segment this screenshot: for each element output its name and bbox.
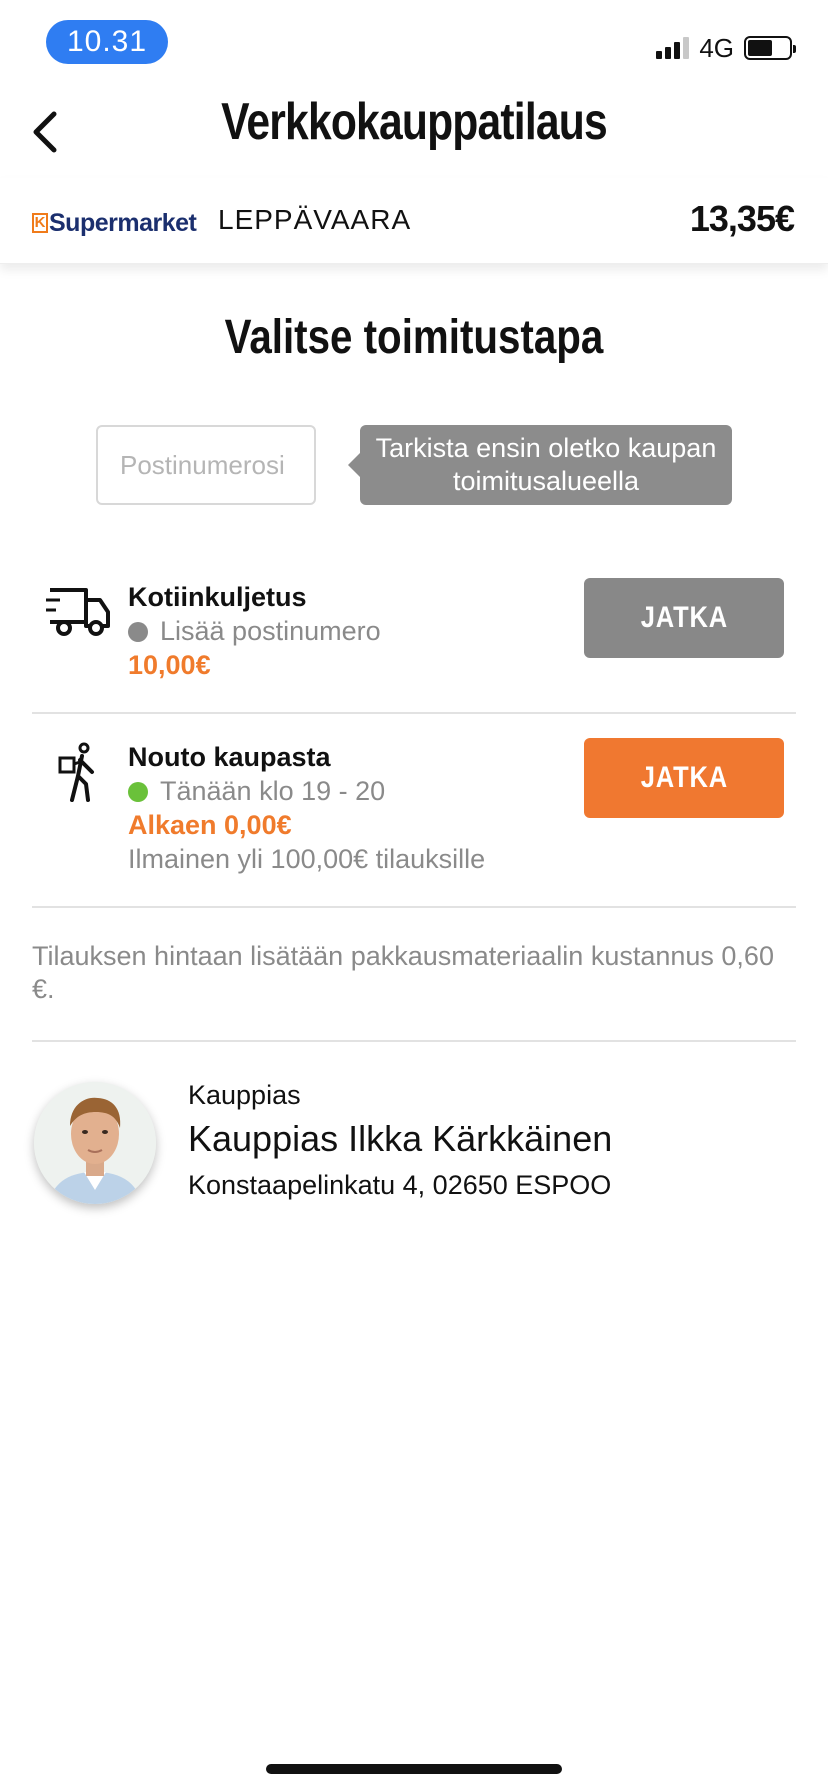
merchant-address: Konstaapelinkatu 4, 02650 ESPOO bbox=[188, 1170, 612, 1200]
signal-icon bbox=[656, 37, 690, 59]
merchant-avatar bbox=[34, 1082, 156, 1204]
merchant-photo bbox=[34, 1082, 156, 1204]
option-status: Lisää postinumero bbox=[128, 616, 381, 647]
button-label: JATKA bbox=[640, 601, 728, 634]
postcode-input[interactable] bbox=[96, 425, 316, 505]
k-supermarket-logo: K Supermarket bbox=[32, 208, 197, 238]
pickup-person-icon bbox=[58, 742, 94, 802]
status-indicators: 4G bbox=[656, 32, 796, 63]
pickup-continue-button[interactable]: JATKA bbox=[584, 738, 784, 818]
battery-icon bbox=[744, 36, 796, 60]
home-delivery-continue-button[interactable]: JATKA bbox=[584, 578, 784, 658]
logo-text: Supermarket bbox=[49, 208, 197, 237]
option-note: Ilmainen yli 100,00€ tilauksille bbox=[128, 844, 486, 874]
page-title: Verkkokauppatilaus bbox=[221, 93, 608, 151]
status-time: 10.31 bbox=[46, 20, 168, 64]
option-price: Alkaen 0,00€ bbox=[128, 810, 292, 840]
back-button[interactable] bbox=[20, 104, 70, 160]
option-title: Kotiinkuljetus bbox=[128, 582, 307, 612]
store-bar: K Supermarket LEPPÄVAARA 13,35€ bbox=[0, 178, 828, 264]
option-status-text: Tänään klo 19 - 20 bbox=[160, 776, 386, 806]
store-name: LEPPÄVAARA bbox=[218, 204, 412, 235]
home-indicator[interactable] bbox=[266, 1764, 562, 1774]
status-dot bbox=[128, 781, 148, 802]
divider bbox=[32, 1040, 796, 1042]
postcode-tooltip: Tarkista ensin oletko kaupan toimitusalu… bbox=[348, 425, 732, 505]
merchant-label: Kauppias bbox=[188, 1080, 301, 1110]
packaging-note: Tilauksen hintaan lisätään pakkausmateri… bbox=[32, 941, 774, 1004]
button-label: JATKA bbox=[640, 761, 728, 794]
merchant-name: Kauppias Ilkka Kärkkäinen bbox=[188, 1118, 613, 1159]
option-price: 10,00€ bbox=[128, 650, 211, 680]
delivery-truck-icon bbox=[46, 588, 110, 636]
section-title: Valitse toimitustapa bbox=[224, 311, 604, 364]
status-dot bbox=[128, 621, 148, 642]
divider bbox=[32, 712, 796, 714]
option-title: Nouto kaupasta bbox=[128, 742, 331, 772]
delivery-option-pickup: Nouto kaupasta Tänään klo 19 - 20 Alkaen… bbox=[32, 738, 796, 878]
k-logo-mark: K bbox=[32, 213, 48, 233]
option-status: Tänään klo 19 - 20 bbox=[128, 776, 385, 807]
delivery-option-home: Kotiinkuljetus Lisää postinumero 10,00€ … bbox=[32, 578, 796, 688]
chevron-left-icon bbox=[33, 111, 57, 153]
divider bbox=[32, 906, 796, 908]
cart-total: 13,35€ bbox=[689, 198, 795, 239]
option-status-text: Lisää postinumero bbox=[160, 616, 381, 646]
network-type: 4G bbox=[699, 32, 734, 63]
